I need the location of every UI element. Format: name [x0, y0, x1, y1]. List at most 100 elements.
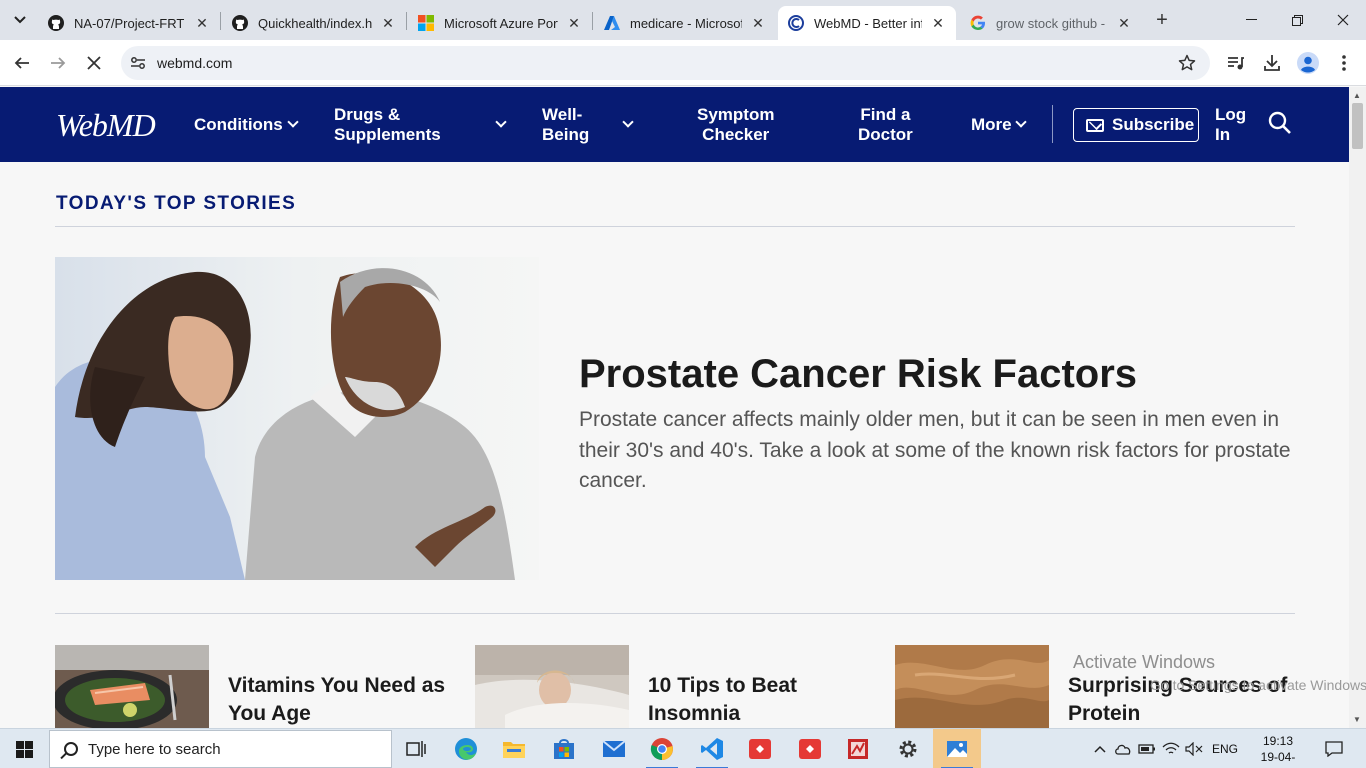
nav-conditions[interactable]: Conditions [194, 115, 283, 135]
tab-title: Microsoft Azure Port [444, 15, 558, 31]
tab-separator [406, 12, 407, 30]
browser-toolbar: webmd.com [0, 40, 1366, 86]
back-button[interactable] [8, 49, 36, 77]
chevron-down-icon [1015, 116, 1027, 128]
taskbar-settings[interactable] [884, 729, 932, 768]
hero-title[interactable]: Prostate Cancer Risk Factors [579, 352, 1137, 397]
taskbar-mail[interactable] [590, 729, 638, 768]
windows-taskbar: Type here to search ENG 19:13 19-04- [0, 728, 1366, 768]
profile-button[interactable] [1296, 51, 1320, 75]
taskbar-clock[interactable]: 19:13 19-04-2024 [1250, 733, 1306, 768]
url-text[interactable]: webmd.com [157, 55, 232, 71]
git-icon [749, 739, 771, 759]
taskbar-git-app[interactable] [736, 729, 784, 768]
nav-drugs-supplements[interactable]: Drugs & Supplements [334, 105, 441, 145]
taskbar-photos[interactable] [933, 729, 981, 768]
scroll-down-icon[interactable]: ▼ [1353, 715, 1361, 724]
taskbar-vscode[interactable] [688, 729, 736, 768]
card-image-insomnia[interactable] [475, 645, 629, 728]
tray-onedrive[interactable] [1113, 729, 1133, 768]
close-icon[interactable]: ✕ [380, 15, 396, 31]
tab-search-button[interactable] [6, 6, 34, 34]
github-icon [232, 15, 248, 31]
scroll-up-icon[interactable]: ▲ [1353, 91, 1361, 100]
subscribe-button[interactable]: Subscribe [1073, 108, 1199, 142]
address-bar[interactable]: webmd.com [121, 46, 1210, 80]
login-link[interactable]: Log In [1215, 105, 1246, 145]
media-controls-button[interactable] [1224, 51, 1248, 75]
divider [55, 613, 1295, 614]
arrow-right-icon [51, 57, 66, 69]
tray-network[interactable] [1161, 729, 1181, 768]
site-settings-icon[interactable] [130, 55, 146, 71]
edge-icon [455, 738, 477, 760]
tray-battery[interactable] [1137, 729, 1157, 768]
chevron-down-icon [622, 116, 634, 128]
tab-azure-portal[interactable]: Microsoft Azure Port ✕ [408, 6, 592, 40]
taskbar-search-box[interactable]: Type here to search [49, 730, 392, 768]
github-icon [48, 15, 64, 31]
nav-conditions-label: Conditions [194, 115, 283, 134]
tab-grow-stock[interactable]: grow stock github - ✕ [960, 6, 1142, 40]
card-title-insomnia[interactable]: 10 Tips to Beat Insomnia [648, 672, 797, 728]
tab-title: Quickhealth/index.ht [258, 15, 372, 31]
hero-image[interactable] [55, 257, 539, 580]
close-icon[interactable]: ✕ [566, 15, 582, 31]
webmd-icon [788, 15, 804, 31]
nav-more[interactable]: More [971, 115, 1012, 135]
taskbar-store[interactable] [540, 729, 588, 768]
chevron-down-icon [14, 16, 26, 24]
close-icon[interactable]: ✕ [1116, 15, 1132, 31]
close-icon[interactable]: ✕ [930, 15, 946, 31]
start-button[interactable] [0, 729, 48, 768]
taskbar-chrome[interactable] [638, 729, 686, 768]
taskbar-pdf-app[interactable] [834, 729, 882, 768]
close-window-button[interactable] [1320, 0, 1366, 40]
downloads-button[interactable] [1260, 51, 1284, 75]
clock-time: 19:13 [1262, 734, 1294, 748]
nav-wellbeing-label-line2: Being [542, 125, 590, 144]
nav-more-label: More [971, 115, 1012, 134]
restore-button[interactable] [1274, 0, 1320, 40]
new-tab-button[interactable]: + [1150, 8, 1174, 32]
scrollbar-thumb[interactable] [1352, 103, 1363, 149]
taskbar-file-explorer[interactable] [490, 729, 538, 768]
card-title-vitamins[interactable]: Vitamins You Need as You Age [228, 672, 445, 728]
search-icon[interactable] [1268, 111, 1292, 135]
tab-webmd[interactable]: WebMD - Better info ✕ [778, 6, 956, 40]
close-icon[interactable]: ✕ [194, 15, 210, 31]
taskbar-edge[interactable] [442, 729, 490, 768]
page-scrollbar[interactable]: ▲ ▼ [1349, 87, 1366, 728]
minimize-button[interactable] [1228, 0, 1274, 40]
taskbar-git-app-2[interactable] [786, 729, 834, 768]
task-view-icon [406, 741, 426, 757]
mail-icon [1086, 118, 1104, 132]
search-icon [64, 742, 78, 756]
card-image-vitamins[interactable] [55, 645, 209, 728]
task-view-button[interactable] [392, 729, 440, 768]
notifications-button[interactable] [1322, 729, 1346, 768]
git-icon [799, 739, 821, 759]
restore-icon [1291, 14, 1303, 26]
tab-project-frt[interactable]: NA-07/Project-FRT ✕ [38, 6, 220, 40]
tray-expand-button[interactable] [1090, 729, 1110, 768]
webmd-logo[interactable]: WebMD [56, 107, 156, 144]
tab-quickhealth[interactable]: Quickhealth/index.ht ✕ [222, 6, 406, 40]
tray-volume[interactable] [1184, 729, 1204, 768]
image-icon [947, 741, 967, 757]
volume-muted-icon [1185, 742, 1203, 756]
card-image-protein[interactable] [895, 645, 1049, 728]
close-icon[interactable]: ✕ [750, 15, 766, 31]
bookmark-star-icon[interactable] [1178, 54, 1196, 72]
nav-symptom-checker[interactable]: Symptom Checker [697, 105, 774, 145]
forward-button[interactable] [44, 49, 72, 77]
browser-menu-button[interactable] [1332, 51, 1356, 75]
tab-medicare[interactable]: medicare - Microsoft ✕ [594, 6, 776, 40]
chrome-icon [650, 738, 673, 761]
vscode-icon [701, 738, 723, 760]
gear-icon [899, 740, 917, 758]
nav-well-being[interactable]: Well- Being [542, 105, 589, 145]
stop-loading-button[interactable] [80, 49, 108, 77]
nav-find-doctor[interactable]: Find a Doctor [858, 105, 913, 145]
tray-language[interactable]: ENG [1212, 729, 1238, 768]
